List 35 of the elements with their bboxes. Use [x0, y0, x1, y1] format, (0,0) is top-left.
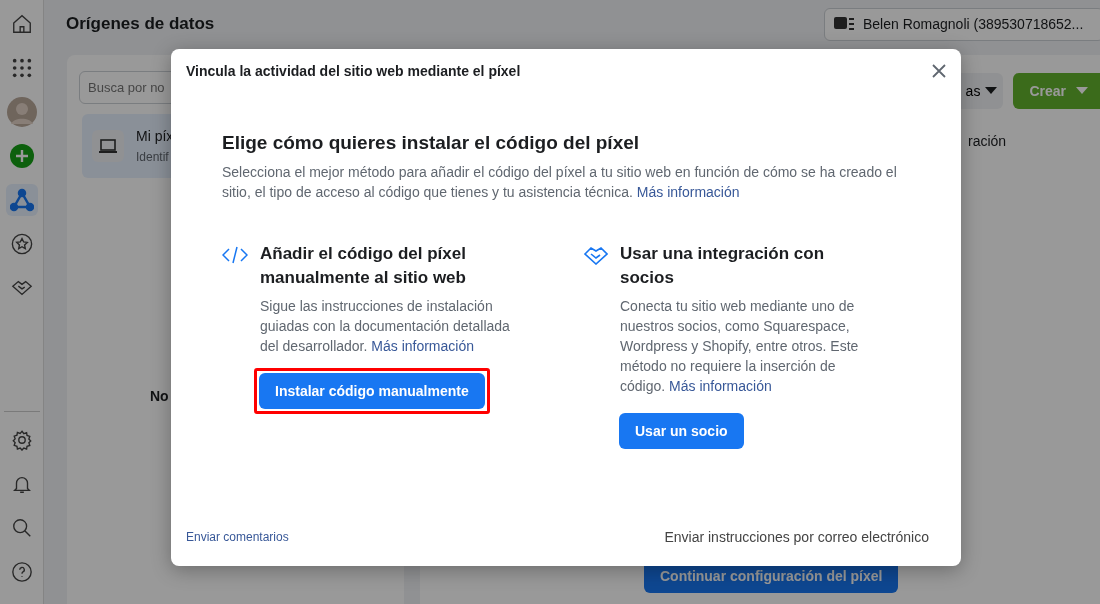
dialog-heading: Elige cómo quieres instalar el código del píxel [222, 132, 641, 154]
more-info-link[interactable]: Más información [636, 184, 740, 200]
caret-icon [985, 87, 998, 95]
avatar-icon [6, 97, 37, 127]
caret-icon [1076, 87, 1088, 95]
more-info-link[interactable]: Más información [669, 378, 772, 394]
search-icon [10, 517, 33, 539]
code-icon [222, 245, 248, 265]
handshake-icon [584, 245, 608, 265]
account-icon [833, 15, 855, 33]
intro-text: Selecciona el mejor método para añadir el código del píxel a tu sitio web en función de cómo se ha creado el sitio, el tipo de acceso al código que tienes y tu asistencia técnica. Más información [222, 163, 898, 202]
install-code-button[interactable]: Instalar código manualmente [259, 373, 485, 409]
tab-label[interactable]: ración [968, 133, 1007, 149]
nav-item[interactable] [5, 184, 38, 216]
laptop-icon [98, 138, 118, 154]
page-title: Orígenes de datos [66, 14, 215, 34]
account-selector[interactable]: Belen Romagnoli (389530718652... [824, 7, 1100, 41]
network-icon [9, 188, 34, 212]
add-icon [8, 143, 35, 169]
home-icon [10, 13, 33, 35]
option-title: Usar una integración con socios [620, 243, 826, 289]
email-instructions-link[interactable]: Enviar instrucciones por correo electrónico [664, 529, 929, 545]
settings-icon [10, 429, 33, 451]
pixel-id: Identif [136, 150, 170, 164]
partner-button[interactable]: Usar un socio [619, 413, 744, 449]
empty-message: No [150, 388, 169, 404]
option-title: Añadir el código del píxel manualmente al sitio web [260, 243, 467, 289]
close-icon [931, 63, 947, 79]
grid-icon [10, 57, 33, 79]
help-icon [10, 561, 33, 583]
more-info-link[interactable]: Más información [371, 338, 474, 354]
option-description: Conecta tu sitio web mediante uno de nuestros socios, como Squarespace, Wordpress y Shopify, entre otros. Este método no requiere la inserción de código. Más información [620, 297, 860, 396]
feedback-link[interactable]: Enviar comentarios [186, 530, 289, 544]
option-description: Sigue las instrucciones de instalación guiadas con la documentación detallada del desarrollador. Más información [260, 297, 511, 356]
dialog-title: Vincula la actividad del sitio web mediante el píxel [186, 63, 521, 79]
